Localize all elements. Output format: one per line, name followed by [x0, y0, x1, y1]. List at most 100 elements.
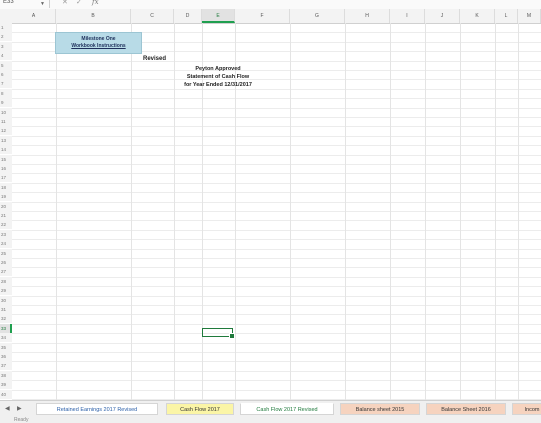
gridline-horizontal: [12, 182, 541, 184]
column-header-b[interactable]: B: [56, 9, 131, 23]
row-header-15[interactable]: 15: [0, 154, 12, 164]
row-header-21[interactable]: 21: [0, 211, 12, 220]
row-header-26[interactable]: 26: [0, 258, 12, 267]
row-header-38[interactable]: 38: [0, 370, 12, 380]
column-header-row: ABCDEFGHIJKLM: [0, 9, 541, 24]
row-header-34[interactable]: 34: [0, 333, 12, 343]
milestone-instructions-button[interactable]: Milestone One Workbook Instructions: [55, 32, 142, 54]
gridline-horizontal: [12, 258, 541, 259]
row-header-28[interactable]: 28: [0, 276, 12, 286]
row-header-18[interactable]: 18: [0, 182, 12, 192]
row-header-23[interactable]: 23: [0, 229, 12, 239]
gridline-horizontal: [12, 370, 541, 372]
row-header-32[interactable]: 32: [0, 314, 12, 324]
column-header-c[interactable]: C: [131, 9, 174, 23]
worksheet-grid[interactable]: Milestone One Workbook Instructions Revi…: [12, 23, 541, 400]
row-header-20[interactable]: 20: [0, 201, 12, 211]
active-cell-e33[interactable]: [202, 328, 235, 339]
gridline-horizontal: [12, 192, 541, 194]
row-header-37[interactable]: 37: [0, 361, 12, 371]
gridline-horizontal: [12, 126, 541, 128]
gridline-horizontal: [12, 60, 541, 62]
sheet-tab-retained-earnings-2017-revised[interactable]: Retained Earnings 2017 Revised: [36, 403, 158, 415]
x-icon[interactable]: ✕: [62, 0, 68, 7]
gridline-vertical: [495, 23, 496, 400]
column-header-f[interactable]: F: [235, 9, 290, 23]
row-header-35[interactable]: 35: [0, 342, 12, 352]
gridline-vertical: [425, 23, 426, 400]
column-header-e[interactable]: E: [202, 9, 235, 23]
sheet-tab-incom[interactable]: Incom: [512, 403, 541, 415]
fill-handle[interactable]: [229, 333, 235, 339]
statement-title: Statement of Cash Flow: [186, 74, 250, 81]
row-header-9[interactable]: 9: [0, 98, 12, 108]
gridline-horizontal: [12, 248, 541, 250]
column-header-j[interactable]: J: [425, 9, 460, 23]
column-header-i[interactable]: I: [390, 9, 425, 23]
row-header-27[interactable]: 27: [0, 267, 12, 277]
gridline-horizontal: [12, 164, 541, 165]
column-header-h[interactable]: H: [345, 9, 390, 23]
row-header-17[interactable]: 17: [0, 173, 12, 183]
row-header-4[interactable]: 4: [0, 51, 12, 61]
column-header-g[interactable]: G: [290, 9, 345, 23]
sheet-tab-cash-flow-2017-revised[interactable]: Cash Flow 2017 Revised: [240, 403, 334, 415]
row-header-25[interactable]: 25: [0, 248, 12, 258]
sheet-tab-balance-sheet-2015[interactable]: Balance sheet 2015: [340, 403, 420, 415]
gridline-vertical: [290, 23, 291, 400]
sheet-tab-cash-flow-2017[interactable]: Cash Flow 2017: [166, 403, 234, 415]
gridline-horizontal: [12, 305, 541, 306]
column-header-a[interactable]: A: [12, 9, 56, 23]
gridline-horizontal: [12, 295, 541, 297]
gridline-vertical: [56, 23, 57, 400]
row-header-5[interactable]: 5: [0, 60, 12, 70]
milestone-title: Milestone One: [81, 36, 116, 42]
fx-icon[interactable]: fx: [92, 0, 99, 7]
gridline-horizontal: [12, 352, 541, 353]
gridline-vertical: [460, 23, 461, 400]
column-header-m[interactable]: M: [518, 9, 541, 23]
row-header-10[interactable]: 10: [0, 107, 12, 117]
gridline-horizontal: [12, 267, 541, 269]
gridline-horizontal: [12, 314, 541, 316]
row-header-19[interactable]: 19: [0, 192, 12, 202]
row-header-8[interactable]: 8: [0, 88, 12, 98]
column-header-d[interactable]: D: [174, 9, 202, 23]
row-header-14[interactable]: 14: [0, 145, 12, 155]
row-header-24[interactable]: 24: [0, 239, 12, 249]
gridline-horizontal: [12, 107, 541, 109]
check-icon[interactable]: ✓: [76, 0, 82, 7]
row-header-16[interactable]: 16: [0, 164, 12, 173]
row-header-31[interactable]: 31: [0, 305, 12, 314]
gridline-horizontal: [12, 361, 541, 363]
row-header-22[interactable]: 22: [0, 220, 12, 230]
row-header-7[interactable]: 7: [0, 79, 12, 89]
column-header-l[interactable]: L: [495, 9, 518, 23]
row-header-1[interactable]: 1: [0, 23, 12, 32]
chevron-down-icon[interactable]: ▼: [40, 0, 45, 9]
scroll-right-icon[interactable]: ▶: [17, 401, 22, 417]
row-header-6[interactable]: 6: [0, 70, 12, 79]
row-header-39[interactable]: 39: [0, 380, 12, 390]
row-header-3[interactable]: 3: [0, 41, 12, 51]
row-header-13[interactable]: 13: [0, 135, 12, 145]
row-header-40[interactable]: 40: [0, 389, 12, 399]
gridline-horizontal: [12, 239, 541, 241]
workbook-instructions-link[interactable]: Workbook Instructions: [71, 43, 125, 50]
column-header-k[interactable]: K: [460, 9, 495, 23]
row-header-12[interactable]: 12: [0, 126, 12, 136]
row-header-36[interactable]: 36: [0, 352, 12, 361]
row-header-29[interactable]: 29: [0, 286, 12, 296]
statement-period: for Year Ended 12/31/2017: [184, 82, 252, 89]
scroll-left-icon[interactable]: ◀: [5, 401, 10, 417]
gridline-horizontal: [12, 98, 541, 100]
sheet-tab-balance-sheet-2016[interactable]: Balance Sheet 2016: [426, 403, 506, 415]
row-header-30[interactable]: 30: [0, 295, 12, 305]
status-bar: Ready: [0, 417, 541, 423]
row-header-33[interactable]: 33: [0, 323, 12, 333]
row-header-11[interactable]: 11: [0, 117, 12, 126]
gridline-horizontal: [12, 135, 541, 137]
gridline-vertical: [518, 23, 519, 400]
gridline-horizontal: [12, 380, 541, 382]
row-header-2[interactable]: 2: [0, 32, 12, 42]
